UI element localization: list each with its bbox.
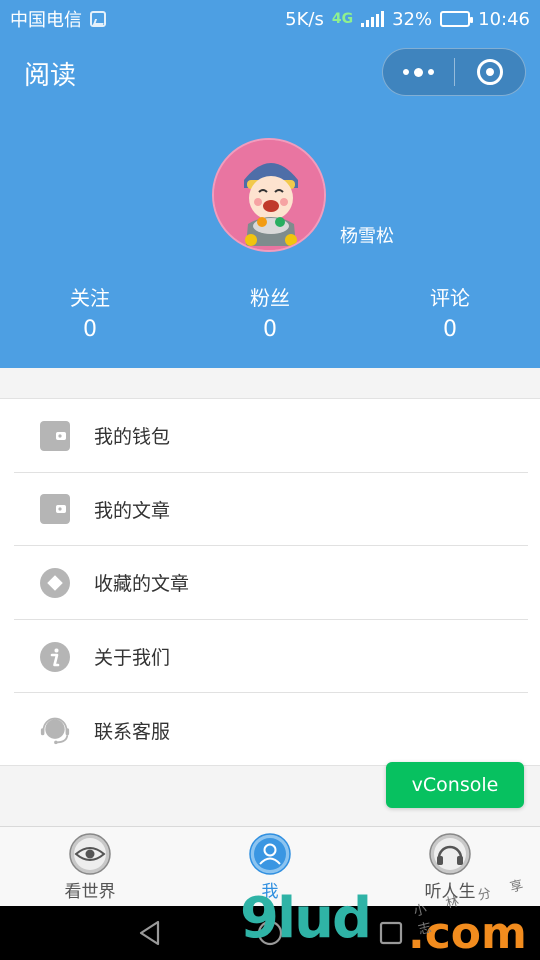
- tab-listen-life[interactable]: 听人生: [360, 827, 540, 906]
- menu-item-label: 关于我们: [94, 647, 171, 670]
- status-right: 5K/s 4G 32% 10:46: [285, 9, 530, 30]
- tab-label: 听人生: [424, 882, 476, 902]
- menu-item-my-articles[interactable]: 我的文章: [0, 473, 540, 547]
- vconsole-button[interactable]: vConsole: [386, 762, 524, 808]
- menu-list: 我的钱包 我的文章 收藏的文章 关于我们 联系客服: [0, 398, 540, 766]
- username: 杨雪松: [340, 226, 394, 247]
- system-nav-bar: [0, 906, 540, 960]
- stat-value: 0: [83, 317, 97, 342]
- more-button[interactable]: [383, 49, 454, 95]
- menu-item-label: 联系客服: [94, 720, 171, 743]
- stat-comments[interactable]: 评论 0: [390, 282, 510, 342]
- battery-icon: [440, 11, 474, 27]
- close-button[interactable]: [455, 49, 526, 95]
- image-notification-icon: [90, 11, 106, 27]
- menu-item-favorites[interactable]: 收藏的文章: [0, 546, 540, 620]
- stat-following[interactable]: 关注 0: [30, 282, 150, 342]
- network-speed: 5K/s: [285, 8, 324, 30]
- diamond-icon: [40, 567, 70, 598]
- signal-icon: [361, 11, 385, 27]
- eye-icon: [69, 833, 111, 875]
- target-circle-icon: [476, 59, 503, 85]
- menu-item-label: 我的文章: [94, 499, 171, 522]
- headphones-icon: [429, 833, 471, 875]
- stat-value: 0: [263, 317, 277, 342]
- battery-percent: 32%: [392, 8, 433, 30]
- wallet-icon: [40, 420, 70, 451]
- tab-label: 我: [261, 882, 279, 902]
- tab-bar: 看世界 我 听人生: [0, 826, 540, 906]
- headset-icon: [40, 715, 70, 745]
- menu-item-label: 收藏的文章: [94, 573, 190, 596]
- back-triangle-icon[interactable]: [135, 918, 165, 948]
- wallet-icon: [40, 494, 70, 525]
- avatar-cartoon-icon: [214, 140, 324, 250]
- tab-see-world[interactable]: 看世界: [0, 827, 180, 906]
- stat-fans[interactable]: 粉丝 0: [210, 282, 330, 342]
- mini-program-capsule: [382, 48, 526, 96]
- user-icon: [249, 833, 291, 875]
- tab-label: 看世界: [64, 882, 116, 902]
- home-circle-icon[interactable]: [255, 918, 285, 948]
- status-time: 10:46: [478, 8, 530, 30]
- status-bar: 中国电信 5K/s 4G 32% 10:46: [0, 0, 540, 38]
- status-left: 中国电信: [10, 6, 106, 32]
- recents-square-icon[interactable]: [376, 918, 406, 948]
- info-icon: [40, 641, 70, 672]
- menu-item-customer-service[interactable]: 联系客服: [0, 693, 540, 767]
- nav-bar: 阅读: [0, 38, 540, 108]
- menu-item-label: 我的钱包: [94, 426, 171, 449]
- page-title: 阅读: [24, 60, 77, 91]
- avatar[interactable]: [212, 138, 326, 252]
- stat-label: 关注: [70, 286, 110, 310]
- carrier-name: 中国电信: [10, 10, 82, 31]
- network-type: 4G: [331, 11, 354, 27]
- menu-item-wallet[interactable]: 我的钱包: [0, 399, 540, 473]
- stat-value: 0: [443, 317, 457, 342]
- stat-label: 评论: [430, 286, 470, 310]
- menu-item-about[interactable]: 关于我们: [0, 620, 540, 694]
- tab-me[interactable]: 我: [180, 827, 360, 906]
- profile-header: 杨雪松 关注 0 粉丝 0 评论 0: [0, 108, 540, 368]
- stat-label: 粉丝: [250, 286, 290, 310]
